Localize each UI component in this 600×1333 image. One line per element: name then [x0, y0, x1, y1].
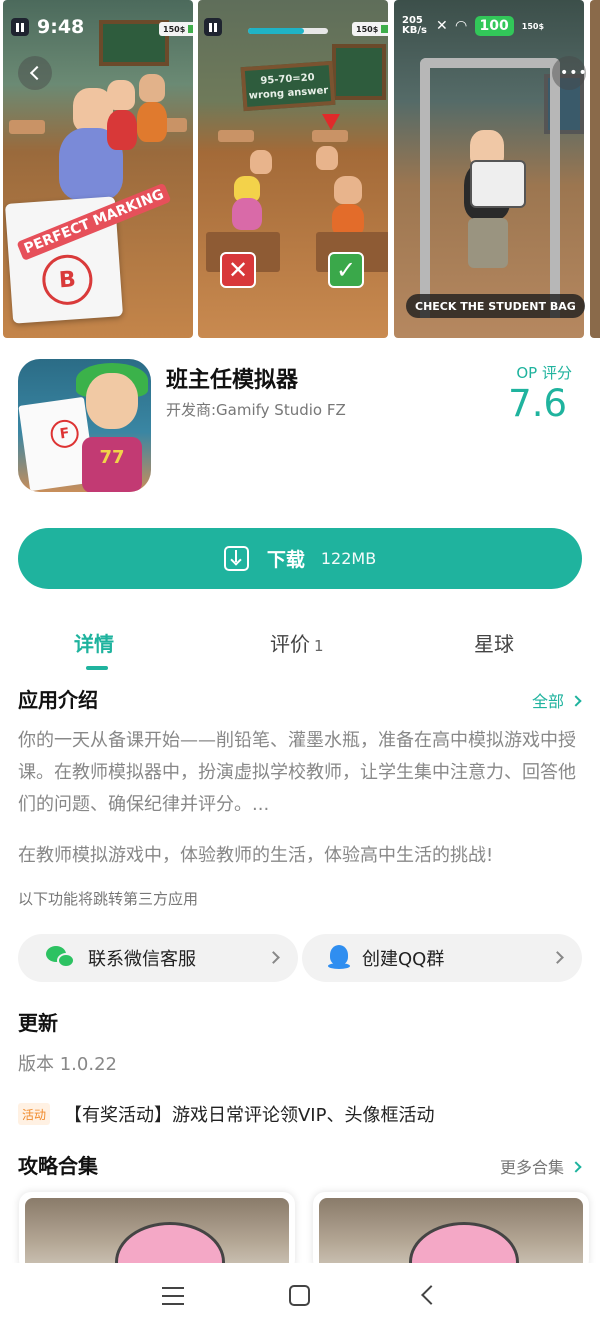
tab-label: 评价 — [270, 632, 310, 656]
battery-badge: 100 — [474, 16, 514, 36]
cash-icon — [188, 25, 193, 33]
student-figure — [107, 110, 137, 150]
download-size: 122MB — [320, 549, 377, 568]
guide-card[interactable] — [313, 1192, 589, 1272]
pause-icon — [11, 18, 29, 36]
status-bar: 9:48 — [11, 14, 84, 40]
student-figure — [137, 102, 167, 142]
tab-reviews[interactable]: 评价 1 — [270, 628, 324, 657]
wifi-icon: ◠ — [455, 18, 467, 34]
desk — [218, 130, 254, 142]
qq-label: 创建QQ群 — [362, 949, 445, 970]
character-face — [86, 373, 138, 429]
more-dots-icon: ••• — [560, 65, 588, 81]
guide-card[interactable] — [19, 1192, 295, 1272]
guides-more-link[interactable]: 更多合集 — [499, 1154, 582, 1178]
system-nav-bar — [0, 1263, 600, 1333]
tab-label: 星球 — [474, 632, 514, 656]
chevron-right-icon — [267, 951, 280, 964]
qq-group-button[interactable]: 创建QQ群 — [302, 934, 582, 982]
score-value: 7.6 — [508, 382, 567, 425]
net-speed: 205 KB/s — [402, 15, 427, 36]
check-bag-label: CHECK THE STUDENT BAG — [406, 294, 585, 318]
grade-f-mark: F — [48, 418, 81, 450]
chevron-right-icon — [551, 951, 564, 964]
wrong-mark-button[interactable]: ✕ — [220, 252, 256, 288]
pause-icon — [204, 18, 222, 36]
coin-value: 150$ — [163, 24, 186, 34]
student-figure — [107, 80, 135, 110]
update-title: 更新 — [18, 1011, 58, 1035]
status-time: 9:48 — [37, 16, 85, 38]
progress-fill — [248, 28, 304, 34]
download-icon — [223, 546, 249, 571]
score-label: OP 评分 — [516, 364, 572, 382]
more-options-button[interactable]: ••• — [552, 56, 588, 90]
back-icon[interactable] — [421, 1285, 441, 1305]
screenshot-carousel[interactable]: PERFECT MARKING B 9:48 150$ 150$ 95-70=2… — [0, 0, 600, 338]
wechat-icon — [46, 946, 76, 970]
more-label: 更多合集 — [499, 1158, 564, 1177]
wechat-support-button[interactable]: 联系微信客服 — [18, 934, 298, 982]
mute-icon: ✕ — [436, 18, 448, 34]
review-count: 1 — [314, 637, 324, 655]
home-icon[interactable] — [289, 1285, 310, 1306]
screenshot-1[interactable]: PERFECT MARKING B 9:48 150$ — [3, 0, 193, 338]
grade-circle: B — [40, 253, 95, 307]
tab-details[interactable]: 详情 — [74, 628, 114, 657]
perfect-marking-card: PERFECT MARKING B — [4, 182, 172, 324]
student-figure — [316, 146, 338, 170]
chevron-left-icon — [29, 65, 45, 81]
download-label: 下载 — [266, 549, 305, 571]
cash-icon — [381, 25, 388, 33]
intro-more-link[interactable]: 全部 — [531, 688, 582, 712]
third-party-note: 以下功能将跳转第三方应用 — [18, 890, 199, 908]
coin-counter: 150$ — [159, 22, 193, 36]
student-figure — [232, 198, 262, 230]
correct-mark-button[interactable]: ✓ — [328, 252, 364, 288]
intro-tagline: 在教师模拟游戏中，体验教师的生活，体验高中生活的挑战! — [18, 845, 494, 866]
download-button[interactable]: 下载 122MB — [18, 528, 582, 589]
coin-value: 150$ — [356, 24, 379, 34]
guides-title: 攻略合集 — [18, 1154, 98, 1178]
chevron-right-icon — [570, 695, 582, 707]
character-shirt: 77 — [82, 437, 142, 492]
desk — [312, 130, 348, 142]
student-figure — [139, 74, 165, 102]
recent-apps-icon[interactable] — [162, 1287, 184, 1305]
active-tab-indicator — [86, 666, 108, 670]
student-figure — [334, 176, 362, 204]
chevron-right-icon — [570, 1161, 582, 1173]
version-text: 版本 1.0.22 — [18, 1054, 117, 1075]
intro-title: 应用介绍 — [18, 688, 98, 712]
pointer-arrow-icon — [322, 114, 340, 130]
system-status: 205 KB/s ✕ ◠ 100 150$ — [402, 16, 544, 36]
screenshot-4-partial[interactable] — [590, 0, 600, 338]
blackboard — [332, 44, 386, 100]
student-figure — [250, 150, 272, 174]
intro-paragraph: 你的一天从备课开始——削铅笔、灌墨水瓶，准备在高中模拟游戏中授课。在教师模拟器中… — [18, 730, 576, 815]
tab-label: 详情 — [74, 632, 114, 656]
chalkboard-equation: 95-70=20 wrong answer — [240, 60, 336, 112]
app-icon: F 77 — [18, 359, 151, 492]
app-title: 班主任模拟器 — [166, 368, 299, 393]
developer-name: 开发商:Gamify Studio FZ — [166, 401, 346, 419]
guide-thumbnail — [25, 1198, 289, 1272]
more-label: 全部 — [531, 692, 564, 711]
guide-thumbnail — [319, 1198, 583, 1272]
qq-icon — [328, 945, 350, 971]
progress-bar — [248, 28, 328, 34]
tab-planet[interactable]: 星球 — [474, 628, 514, 657]
phone-prop — [470, 160, 526, 208]
status-bar — [204, 14, 230, 40]
coin-counter: 150$ — [352, 22, 388, 36]
wechat-label: 联系微信客服 — [88, 949, 196, 970]
event-link[interactable]: 【有奖活动】游戏日常评论领VIP、头像框活动 — [64, 1101, 434, 1127]
coin-value: 150$ — [521, 21, 545, 31]
back-button[interactable] — [18, 56, 52, 90]
event-badge: 活动 — [18, 1103, 51, 1125]
desk — [9, 120, 45, 134]
